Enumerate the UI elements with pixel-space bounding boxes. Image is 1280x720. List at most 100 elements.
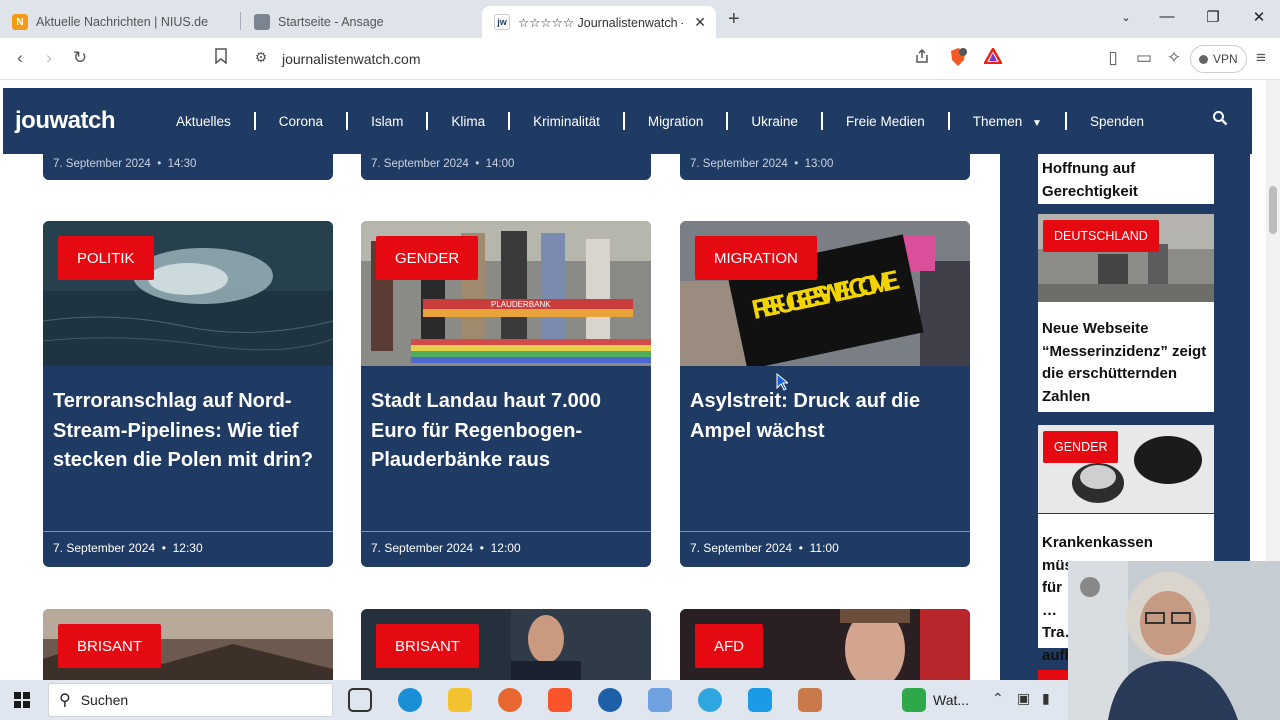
- address-bar[interactable]: ⚙ journalistenwatch.com: [244, 43, 1024, 75]
- nav-islam[interactable]: Islam: [371, 114, 403, 129]
- vpn-label: VPN: [1213, 52, 1238, 66]
- close-window-button[interactable]: ✕: [1249, 8, 1269, 26]
- whatsapp-icon[interactable]: [902, 688, 926, 712]
- nav-themen-label: Themen: [972, 113, 1023, 129]
- nav-freie-medien[interactable]: Freie Medien: [846, 114, 925, 129]
- menu-icon[interactable]: ≡: [1250, 48, 1272, 68]
- article-title[interactable]: Asylstreit: Druck auf die Ampel wächst: [690, 387, 960, 446]
- card-time: 12:00: [490, 541, 521, 555]
- nav-spenden[interactable]: Spenden: [1090, 114, 1144, 129]
- windows-start-icon[interactable]: [14, 692, 30, 713]
- edge-icon[interactable]: [398, 688, 422, 712]
- site-logo[interactable]: jouwatch: [15, 107, 150, 135]
- vpn-status-icon: [1199, 54, 1208, 64]
- article-card[interactable]: AFD: [680, 609, 970, 680]
- sidebar-article-title[interactable]: Hoffnung auf Gerechtigkeit: [1038, 158, 1214, 203]
- tray-chevron-icon[interactable]: ⌃: [992, 690, 1004, 707]
- app-icon[interactable]: [798, 688, 822, 712]
- sidebar-article[interactable]: Hoffnung auf Gerechtigkeit: [1038, 154, 1214, 204]
- tray-app-icon[interactable]: ▣: [1017, 690, 1030, 707]
- nav-divider: [426, 112, 429, 130]
- jouwatch-favicon-icon: jw: [494, 14, 510, 30]
- app-icon[interactable]: [648, 688, 672, 712]
- forward-icon[interactable]: ›: [38, 48, 60, 68]
- task-view-icon[interactable]: [348, 688, 372, 712]
- tab-journalistenwatch[interactable]: jw ☆☆☆☆☆ Journalistenwatch - / ✕: [482, 6, 716, 38]
- share-icon[interactable]: [911, 48, 933, 69]
- nav-ukraine[interactable]: Ukraine: [751, 114, 798, 129]
- skype-icon[interactable]: [748, 688, 772, 712]
- article-title[interactable]: Stadt Landau haut 7.000 Euro für Regenbo…: [371, 387, 641, 476]
- tab-ansage[interactable]: Startseite - Ansage: [242, 6, 480, 38]
- new-tab-button[interactable]: +: [728, 8, 740, 31]
- mouse-cursor-icon: [776, 373, 788, 391]
- nav-divider: [622, 112, 625, 130]
- nav-kriminalitaet[interactable]: Kriminalität: [533, 114, 600, 129]
- article-card[interactable]: POLITIK Terroranschlag auf Nord-Stream-P…: [43, 221, 333, 567]
- nav-themen[interactable]: Themen ▼: [973, 114, 1042, 129]
- wallet-icon[interactable]: ▭: [1133, 48, 1155, 68]
- category-badge[interactable]: GENDER: [1043, 431, 1119, 463]
- category-badge[interactable]: DEUTSCHLAND: [1043, 220, 1159, 252]
- card-date: 7. September 2024: [53, 541, 156, 555]
- article-card[interactable]: BRISANT: [43, 609, 333, 680]
- thunderbird-icon[interactable]: [598, 688, 622, 712]
- card-time: 14:30: [167, 158, 197, 170]
- article-title[interactable]: Terroranschlag auf Nord-Stream-Pipelines…: [53, 387, 323, 476]
- brave-shields-icon[interactable]: [947, 47, 969, 72]
- file-explorer-icon[interactable]: [448, 688, 472, 712]
- card-time: 12:30: [172, 541, 203, 555]
- sidebar-toggle-icon[interactable]: ▯: [1102, 48, 1124, 68]
- card-date: 7. September 2024: [371, 158, 469, 170]
- close-tab-icon[interactable]: ✕: [694, 14, 706, 31]
- sidebar-article-image[interactable]: GENDER: [1038, 425, 1214, 513]
- reload-icon[interactable]: ↻: [69, 48, 91, 68]
- search-icon[interactable]: [1212, 110, 1228, 126]
- category-badge[interactable]: GENDER: [376, 236, 479, 280]
- category-badge[interactable]: MIGRATION: [695, 236, 817, 280]
- firefox-icon[interactable]: [498, 688, 522, 712]
- tray-mic-icon[interactable]: ▮: [1042, 690, 1050, 707]
- nav-migration[interactable]: Migration: [648, 114, 704, 129]
- tab-label: Aktuelle Nachrichten | NIUS.de: [36, 15, 209, 29]
- card-date: 7. September 2024: [53, 158, 151, 170]
- brave-rewards-icon[interactable]: [982, 46, 1004, 69]
- site-header: jouwatch Aktuelles Corona Islam Klima Kr…: [3, 88, 1252, 154]
- category-badge[interactable]: BRISANT: [376, 624, 480, 668]
- restore-button[interactable]: ❐: [1203, 8, 1223, 26]
- sidebar-article-title[interactable]: Neue Webseite “Messerinzidenz” zeigt die…: [1038, 318, 1214, 408]
- article-card[interactable]: REFUGEES WELCOME MIGRATION Asylstreit: D…: [680, 221, 970, 567]
- tab-list-chevron-icon[interactable]: ⌄: [1116, 11, 1136, 24]
- category-badge[interactable]: BRISANT: [58, 624, 162, 668]
- leo-ai-icon[interactable]: ✧: [1163, 48, 1185, 68]
- taskbar-app-label[interactable]: Wat...: [933, 692, 969, 708]
- category-badge[interactable]: POLITIK: [58, 236, 154, 280]
- brave-icon[interactable]: [548, 688, 572, 712]
- app-icon[interactable]: [698, 688, 722, 712]
- scrollbar-thumb[interactable]: [1269, 186, 1277, 234]
- article-card[interactable]: PLAUDERBANK GENDER Stadt Landau haut 7.0…: [361, 221, 651, 567]
- category-badge[interactable]: AFD: [695, 624, 763, 668]
- sidebar-article-image[interactable]: DEUTSCHLAND: [1038, 214, 1214, 302]
- nav-divider: [346, 112, 349, 130]
- browser-toolbar: ‹ › ↻ ⚙ journalistenwatch.com ▯ ▭ ✧ VPN …: [0, 38, 1280, 80]
- card-time: 14:00: [485, 158, 515, 170]
- nav-aktuelles[interactable]: Aktuelles: [176, 114, 231, 129]
- back-icon[interactable]: ‹: [9, 48, 31, 68]
- nav-divider: [820, 112, 823, 130]
- nav-corona[interactable]: Corona: [279, 114, 323, 129]
- bookmark-icon[interactable]: [210, 48, 232, 69]
- tab-label: Startseite - Ansage: [278, 15, 384, 29]
- sidebar-next-badge: [1038, 670, 1068, 680]
- sidebar-article[interactable]: Neue Webseite “Messerinzidenz” zeigt die…: [1038, 302, 1214, 412]
- nav-divider: [508, 112, 511, 130]
- article-card[interactable]: BRISANT: [361, 609, 651, 680]
- tab-nius[interactable]: N Aktuelle Nachrichten | NIUS.de: [0, 6, 238, 38]
- nav-klima[interactable]: Klima: [451, 114, 485, 129]
- site-settings-icon[interactable]: ⚙: [250, 49, 272, 66]
- minimize-button[interactable]: —: [1157, 8, 1177, 25]
- vpn-button[interactable]: VPN: [1190, 45, 1247, 73]
- taskbar-search[interactable]: ⚲ Suchen: [48, 683, 333, 717]
- main-nav: Aktuelles Corona Islam Klima Kriminalitä…: [176, 112, 1144, 130]
- card-date: 7. September 2024: [371, 541, 474, 555]
